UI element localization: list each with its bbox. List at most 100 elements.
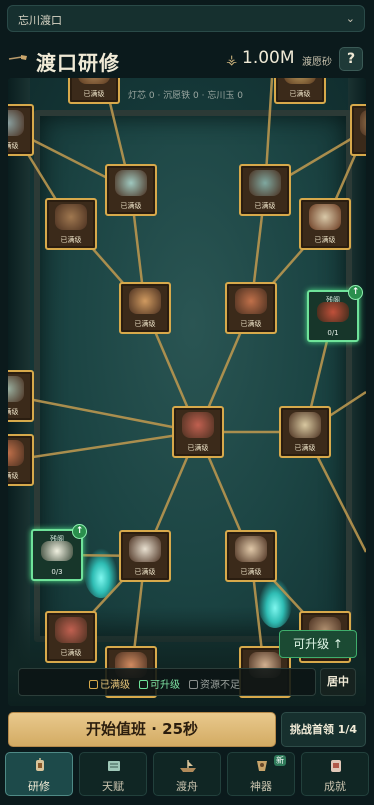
upgrade-arrow-icon: ↑ <box>348 285 363 300</box>
upgradable-filter-button[interactable]: 可升级 ↑ <box>279 630 357 658</box>
tab-achievement[interactable]: 成就 <box>301 752 369 796</box>
research-node-upgradable[interactable]: 残阁 0/3 ↑ <box>31 524 87 581</box>
oar-icon <box>8 55 27 60</box>
node-art <box>8 376 24 402</box>
node-status: 已满级 <box>120 202 142 210</box>
node-art <box>317 302 349 322</box>
node-status: 已满级 <box>134 568 156 576</box>
resource-stats: 灯芯 0 · 沉愿铁 0 · 忘川玉 0 <box>128 91 243 101</box>
research-node[interactable]: 已满级 <box>279 406 331 458</box>
node-art <box>8 440 24 466</box>
node-status: 已满级 <box>240 320 262 328</box>
sand-currency-icon: ⚶ <box>226 53 238 68</box>
node-progress: 0/3 <box>51 568 63 576</box>
node-art <box>249 170 281 196</box>
artifact-icon <box>257 761 267 771</box>
tab-artifact-label: 神器 <box>250 780 272 793</box>
research-node[interactable]: 已满级 <box>8 104 34 156</box>
tab-research[interactable]: 研修 <box>5 752 73 796</box>
location-selector[interactable]: 忘川渡口 ⌄ <box>7 5 365 32</box>
location-label: 忘川渡口 <box>18 14 62 27</box>
node-status: 已满级 <box>83 90 105 98</box>
node-status: 已满级 <box>60 649 82 657</box>
node-art <box>41 541 73 561</box>
tab-achievement-label: 成就 <box>324 780 346 793</box>
legend-upgradable-label: 可升级 <box>150 680 180 691</box>
start-shift-button[interactable]: 开始值班 · 25秒 <box>8 712 276 747</box>
challenge-boss-button[interactable]: 挑战首领 1/4 <box>281 712 366 747</box>
tab-talent-label: 天赋 <box>102 780 124 793</box>
legend-maxed: 已满级 <box>89 676 130 691</box>
node-art <box>360 110 366 136</box>
node-art <box>55 204 87 230</box>
tab-research-label: 研修 <box>28 780 50 793</box>
boat-icon <box>180 760 196 772</box>
research-node[interactable]: 已满级 <box>225 282 277 334</box>
node-art <box>115 170 147 196</box>
research-node[interactable]: 已满级 <box>172 406 224 458</box>
node-status: 已满级 <box>60 236 82 244</box>
legend-maxed-label: 已满级 <box>100 680 130 691</box>
node-status: 已满级 <box>254 202 276 210</box>
legend-insufficient: 资源不足 <box>189 676 240 691</box>
tab-boat[interactable]: 渡舟 <box>153 752 221 796</box>
research-node[interactable]: 已满级 <box>350 104 366 156</box>
node-art <box>129 536 161 562</box>
help-button[interactable]: ? <box>339 47 363 71</box>
chevron-down-icon: ⌄ <box>345 12 355 25</box>
research-node-upgradable[interactable]: 残阁 0/1 ↑ <box>307 285 363 342</box>
node-status: 已满级 <box>8 142 19 150</box>
node-art <box>55 617 87 643</box>
node-progress: 0/1 <box>327 329 339 337</box>
center-view-button[interactable]: 居中 <box>320 668 356 696</box>
research-node[interactable]: 已满级 <box>45 611 97 663</box>
research-node[interactable]: 已满级 <box>299 198 351 250</box>
node-art <box>235 536 267 562</box>
currency-unit: 渡愿砂 <box>302 57 332 68</box>
node-status: 已满级 <box>187 444 209 452</box>
legend-insufficient-label: 资源不足 <box>200 680 240 691</box>
node-status: 已满级 <box>240 568 262 576</box>
node-status: 已满级 <box>294 444 316 452</box>
research-node[interactable]: 已满级 <box>119 530 171 582</box>
research-node[interactable]: 已满级 <box>239 164 291 216</box>
research-node[interactable]: 已满级 <box>119 282 171 334</box>
node-art <box>284 78 316 84</box>
node-art <box>8 110 24 136</box>
research-node[interactable]: 已满级 <box>8 370 34 422</box>
status-legend: 已满级 可升级 资源不足 <box>18 668 316 696</box>
node-art <box>289 412 321 438</box>
maxed-swatch-icon <box>89 679 98 689</box>
tab-artifact[interactable]: 新 神器 <box>227 752 295 796</box>
research-tree-board[interactable]: 灯芯 0 · 沉愿铁 0 · 忘川玉 0 已满级 已满级 已满级 已满级 已满级… <box>8 78 366 706</box>
upgradable-swatch-icon <box>139 679 148 689</box>
new-badge: 新 <box>274 755 286 766</box>
research-node[interactable]: 已满级 <box>8 434 34 486</box>
node-art <box>309 204 341 230</box>
tab-boat-label: 渡舟 <box>176 780 198 793</box>
research-node[interactable]: 已满级 <box>68 78 120 104</box>
node-art <box>129 288 161 314</box>
legend-upgradable: 可升级 <box>139 676 180 691</box>
tab-talent[interactable]: 天赋 <box>79 752 147 796</box>
node-art <box>235 288 267 314</box>
research-node[interactable]: 已满级 <box>274 78 326 104</box>
node-status: 已满级 <box>289 90 311 98</box>
node-status: 已满级 <box>134 320 156 328</box>
lantern-icon <box>36 758 44 771</box>
node-status: 已满级 <box>314 236 336 244</box>
research-node[interactable]: 已满级 <box>105 164 157 216</box>
node-status: 已满级 <box>352 141 367 151</box>
research-node[interactable]: 已满级 <box>225 530 277 582</box>
page-title: 渡口研修 <box>36 51 120 75</box>
trophy-icon <box>331 760 341 772</box>
node-status: 已满级 <box>8 408 19 416</box>
node-art <box>182 412 214 438</box>
node-art <box>78 78 110 84</box>
currency-amount: 1.00M <box>242 48 295 68</box>
scroll-icon <box>108 761 120 771</box>
research-node[interactable]: 已满级 <box>45 198 97 250</box>
node-status: 已满级 <box>8 472 19 480</box>
bottom-tab-bar: 研修 天赋 渡舟 新 神器 成就 <box>5 752 369 800</box>
insufficient-swatch-icon <box>189 679 198 689</box>
